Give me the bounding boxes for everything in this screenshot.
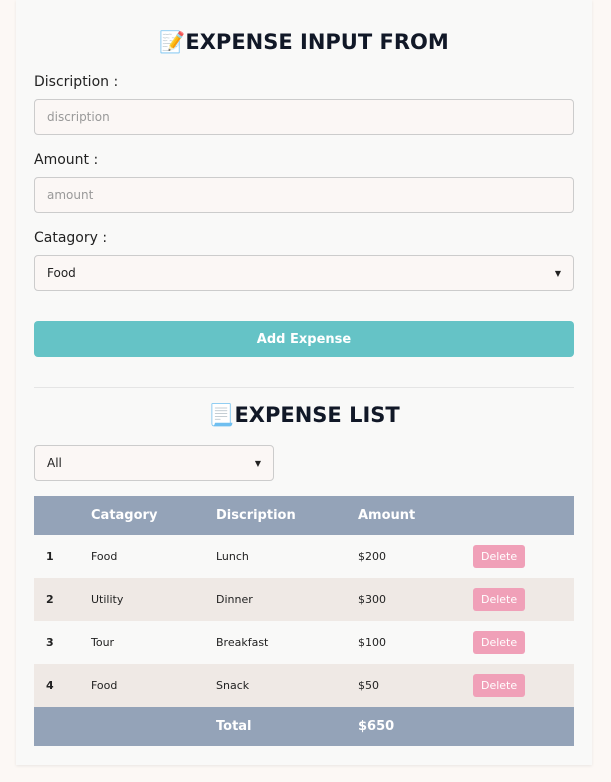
memo-icon: 📝 [159,30,186,54]
divider [34,387,574,388]
description-input[interactable]: discription [34,99,574,135]
row-index: 3 [46,636,54,649]
row-description: Snack [216,664,358,707]
add-expense-button[interactable]: Add Expense [34,321,574,357]
filter-value: All [47,456,62,470]
delete-button[interactable]: Delete [473,545,526,568]
row-index: 1 [46,550,54,563]
row-category: Utility [91,578,216,621]
table-row: 2 Utility Dinner $300 Delete [34,578,574,621]
row-category: Tour [91,636,115,649]
row-amount: $200 [358,550,386,563]
header-amount: Amount [358,496,473,535]
filter-select[interactable]: All ▼ [34,445,274,481]
description-label: Discription : [34,74,119,90]
delete-button[interactable]: Delete [473,674,526,697]
row-amount: $50 [358,664,473,707]
total-value: $650 [358,707,473,746]
caret-down-icon: ▼ [554,268,561,278]
header-index [34,496,91,535]
expense-card: 📝EXPENSE INPUT FROM Discription : discri… [16,0,592,765]
table-row: 1 Food Lunch $200 Delete [34,535,574,578]
amount-label: Amount : [34,152,99,168]
total-row: Total $650 [34,707,574,746]
category-label: Catagory : [34,230,108,246]
header-category: Catagory [91,496,216,535]
row-description: Breakfast [216,636,269,649]
expense-table: Catagory Discription Amount 1 Food Lunch… [34,496,574,746]
row-index: 2 [34,578,91,621]
form-title-text: EXPENSE INPUT FROM [185,30,449,54]
delete-button[interactable]: Delete [473,588,526,611]
row-description: Lunch [216,550,249,563]
list-title-text: EXPENSE LIST [234,403,400,427]
row-description: Dinner [216,578,358,621]
form-title: 📝EXPENSE INPUT FROM [34,30,574,55]
row-index: 4 [34,664,91,707]
row-amount: $300 [358,578,473,621]
caret-down-icon: ▼ [254,458,261,468]
row-category: Food [91,550,118,563]
category-select[interactable]: Food ▼ [34,255,574,291]
header-description: Discription [216,496,358,535]
list-title: 📃EXPENSE LIST [34,403,574,428]
amount-input[interactable]: amount [34,177,574,213]
table-row: 3 Tour Breakfast $100 Delete [34,621,574,664]
table-row: 4 Food Snack $50 Delete [34,664,574,707]
row-category: Food [91,664,216,707]
total-label: Total [216,707,358,746]
page-icon: 📃 [208,403,235,427]
row-amount: $100 [358,636,386,649]
delete-button[interactable]: Delete [473,631,526,654]
header-action [473,496,574,535]
category-value: Food [47,266,76,280]
